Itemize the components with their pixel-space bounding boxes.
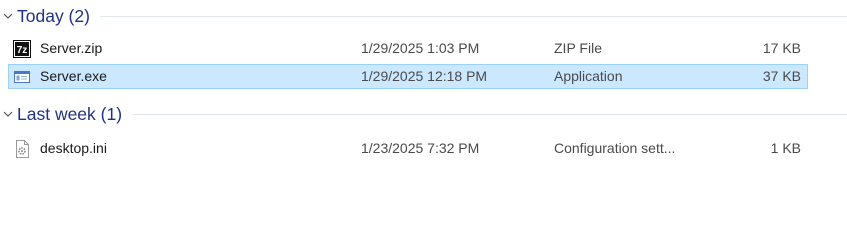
file-type: Application [554, 68, 623, 84]
file-row-server-zip[interactable]: 7z Server.zip 1/29/2025 1:03 PM ZIP File… [8, 36, 808, 61]
chevron-down-icon[interactable] [2, 10, 14, 22]
group-title: Today (2) [17, 5, 90, 26]
file-type: ZIP File [554, 40, 602, 56]
group-title: Last week (1) [17, 103, 123, 124]
7zip-archive-icon: 7z [13, 40, 31, 58]
config-settings-file-icon [13, 140, 31, 158]
file-name[interactable]: Server.zip [40, 37, 102, 60]
file-row-server-exe[interactable]: Server.exe 1/29/2025 12:18 PM Applicatio… [8, 64, 808, 89]
group-divider [99, 15, 847, 17]
application-exe-icon [13, 68, 31, 86]
chevron-down-icon[interactable] [2, 108, 14, 120]
file-date-modified: 1/29/2025 12:18 PM [361, 68, 488, 84]
file-date-modified: 1/29/2025 1:03 PM [361, 40, 480, 56]
file-size: 1 KB [770, 140, 801, 156]
file-date-modified: 1/23/2025 7:32 PM [361, 140, 480, 156]
group-header-last-week[interactable]: Last week (1) [0, 99, 847, 129]
file-row-desktop-ini[interactable]: desktop.ini 1/23/2025 7:32 PM Configurat… [8, 136, 808, 161]
file-type: Configuration sett... [554, 140, 676, 156]
group-divider [132, 113, 847, 115]
group-header-today[interactable]: Today (2) [0, 1, 847, 31]
svg-text:7z: 7z [17, 45, 28, 56]
file-size: 37 KB [762, 68, 801, 84]
file-name[interactable]: Server.exe [40, 65, 107, 88]
file-size: 17 KB [762, 40, 801, 56]
file-name[interactable]: desktop.ini [40, 137, 107, 160]
